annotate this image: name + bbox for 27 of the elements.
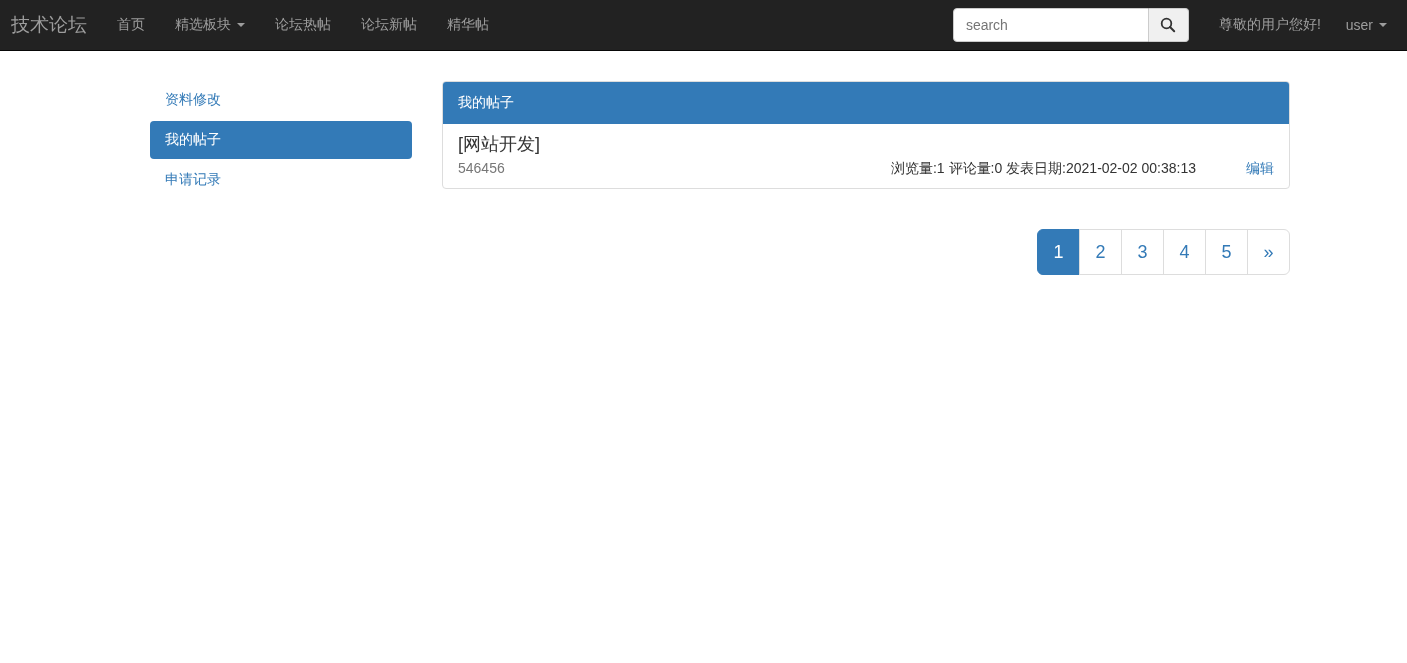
nav-link[interactable]: 论坛热帖 <box>260 16 346 34</box>
search-field[interactable]: search <box>952 8 1149 42</box>
greeting-text: 尊敬的用户您好! <box>1218 16 1322 34</box>
user-menu[interactable]: user <box>1330 17 1407 33</box>
caret-icon <box>237 23 245 27</box>
nav-link[interactable]: 论坛新帖 <box>346 16 432 34</box>
search-icon <box>1160 17 1177 33</box>
post-meta: 浏览量:1 评论量:0 发表日期:2021-02-02 00:38:13 <box>890 160 1196 178</box>
panel-title: 我的帖子 <box>458 94 514 110</box>
post-content: 546456 <box>458 160 506 176</box>
nav-link[interactable]: 首页 <box>102 16 160 34</box>
page-button[interactable]: 3 <box>1121 229 1164 275</box>
page-button[interactable]: 5 <box>1205 229 1248 275</box>
post-title[interactable]: [网站开发] <box>458 132 1274 156</box>
page-button[interactable]: » <box>1247 229 1290 275</box>
sidebar-item[interactable]: 申请记录 <box>150 161 412 199</box>
caret-icon <box>1379 23 1387 27</box>
page-button[interactable]: 2 <box>1079 229 1122 275</box>
page-button[interactable]: 4 <box>1163 229 1206 275</box>
sidebar-item[interactable]: 资料修改 <box>150 81 412 119</box>
nav-link[interactable]: 精选板块 <box>160 16 260 34</box>
site-brand[interactable]: 技术论坛 <box>0 12 102 38</box>
search-button[interactable] <box>1148 8 1189 42</box>
sidebar-item[interactable]: 我的帖子 <box>150 121 412 159</box>
nav-link[interactable]: 精华帖 <box>432 16 504 34</box>
page-button[interactable]: 1 <box>1037 229 1080 275</box>
edit-link[interactable]: 编辑 <box>1246 160 1274 178</box>
